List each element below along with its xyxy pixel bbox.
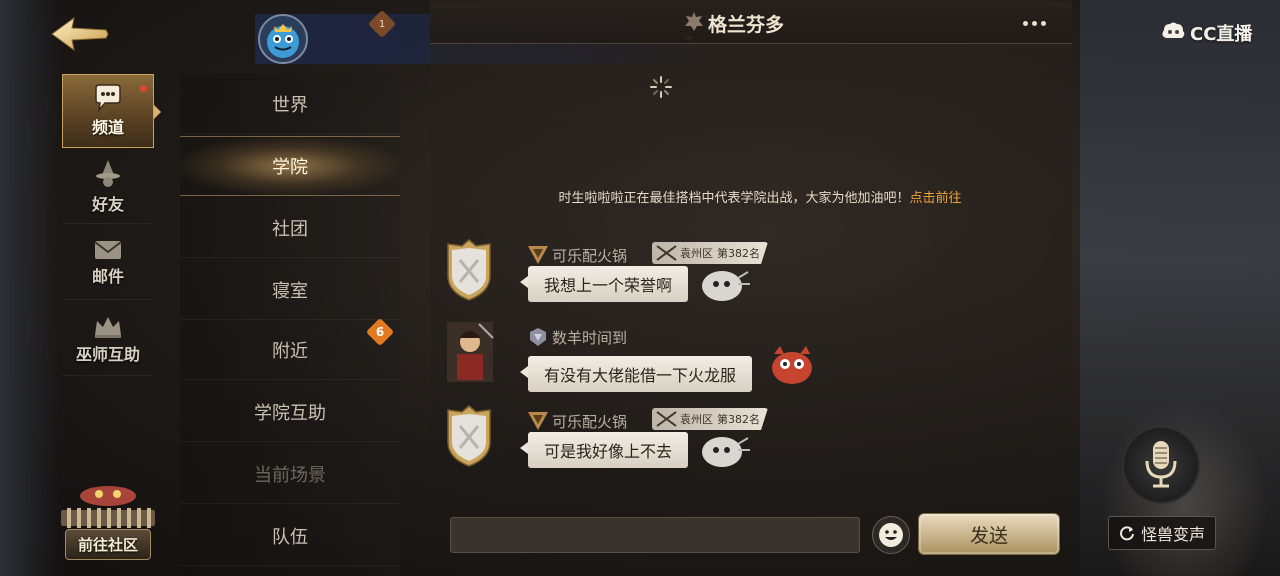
level-badge: 1 (367, 9, 397, 39)
nav-item-channel[interactable]: 频道 (62, 74, 161, 148)
crossed-swords-icon (656, 411, 677, 427)
crown-icon (95, 316, 121, 338)
back-button[interactable] (48, 12, 110, 56)
message-bubble[interactable]: 我想上一个荣誉啊 (519, 266, 689, 302)
sender-name-text: 可乐配火锅 (552, 246, 628, 265)
emoji-button[interactable] (872, 516, 910, 554)
more-button[interactable] (1016, 12, 1052, 34)
sender-name[interactable]: 可乐配火锅 (526, 410, 627, 432)
dot-icon (1022, 20, 1028, 26)
rank-position: 第382名 (717, 247, 760, 260)
cc-logo-icon (1162, 22, 1185, 38)
back-arrow-icon (51, 16, 109, 52)
rank-region: 袁州区 (680, 247, 713, 260)
channel-nearby[interactable]: 附近 6 (180, 317, 400, 380)
channel-nearby-label: 附近 (272, 340, 308, 362)
envelope-icon (94, 240, 122, 259)
rank-tag[interactable]: 袁州区 第382名 (652, 408, 768, 430)
nav-item-help[interactable]: 巫师互助 (62, 302, 154, 376)
sender-name[interactable]: 数羊时间到 (526, 326, 627, 348)
nav-label-help: 巫师互助 (75, 344, 140, 364)
community-button[interactable]: 前往社区 (50, 480, 166, 566)
watermark-logo: CC直播 (1160, 20, 1252, 46)
rank-chevron-icon (528, 412, 548, 430)
send-button[interactable]: 发送 (918, 513, 1060, 555)
fox-sticker-icon (772, 346, 812, 384)
channel-world[interactable]: 世界 (180, 74, 400, 134)
nav-item-friends[interactable]: 好友 (62, 150, 154, 224)
smiley-icon (879, 523, 903, 547)
dot-icon (1040, 20, 1046, 26)
ghost-sticker-icon (702, 271, 750, 301)
message-bubble[interactable]: 可是我好像上不去 (519, 432, 689, 468)
blue-monster-avatar-icon (267, 24, 299, 58)
rank-chevron-icon (528, 246, 548, 264)
watermark-text: CC直播 (1190, 24, 1253, 45)
rank-region: 袁州区 (680, 413, 713, 426)
rank-position: 第382名 (717, 413, 760, 426)
wizard-hat-icon (96, 159, 120, 187)
channel-team[interactable]: 队伍 (180, 506, 400, 566)
chat-message: 可乐配火锅 袁州区 第382名 我想上一个荣誉啊 (440, 236, 860, 312)
voice-changer-button[interactable]: 怪兽变声 (1108, 516, 1216, 550)
system-message-text: 时生啦啦啦正在最佳搭档中代表学院出战，大家为他加油吧！ (558, 191, 910, 206)
chat-message: 可乐配火锅 袁州区 第382名 可是我好像上不去 (440, 402, 860, 478)
notification-dot (140, 85, 147, 92)
shield-avatar-icon[interactable] (440, 402, 498, 468)
channel-academy[interactable]: 学院 (180, 136, 400, 196)
ghost-sticker-icon (702, 437, 750, 467)
nav-label-channel: 频道 (91, 118, 124, 137)
crossed-swords-icon (656, 245, 677, 261)
rank-tag[interactable]: 袁州区 第382名 (652, 242, 768, 264)
level-badge-text: 1 (378, 18, 386, 30)
channel-academy-help[interactable]: 学院互助 (180, 382, 400, 442)
channel-dorm[interactable]: 寝室 (180, 260, 400, 320)
sender-name-text: 数羊时间到 (552, 328, 628, 347)
system-message: 时生啦啦啦正在最佳搭档中代表学院出战，大家为他加油吧！点击前往 (520, 190, 1000, 208)
house-crest-icon (685, 12, 703, 31)
refresh-icon (1120, 526, 1134, 541)
community-label: 前往社区 (64, 529, 151, 560)
nav-item-mail[interactable]: 邮件 (62, 226, 154, 300)
chat-bubble-icon (95, 84, 121, 112)
owl-emblem-icon (61, 486, 155, 528)
microphone-icon (1145, 441, 1177, 488)
active-indicator (154, 105, 161, 119)
sender-name[interactable]: 可乐配火锅 (526, 244, 627, 266)
shield-avatar-icon[interactable] (440, 236, 498, 302)
channel-list: 世界 学院 社团 寝室 附近 6 学院互助 当前场景 队伍 (180, 74, 400, 576)
loading-spinner-icon (650, 76, 672, 98)
sender-name-text: 可乐配火锅 (552, 412, 628, 431)
message-bubble[interactable]: 有没有大佬能借一下火龙服 (519, 356, 753, 392)
channel-current-scene[interactable]: 当前场景 (180, 444, 400, 504)
character-avatar-icon[interactable] (432, 318, 504, 384)
microphone-button[interactable] (1122, 426, 1200, 504)
chat-title: 格兰芬多 (708, 14, 785, 36)
nav-label-mail: 邮件 (91, 266, 124, 286)
unread-count: 6 (375, 325, 385, 339)
chat-message: 数羊时间到 有没有大佬能借一下火龙服 (440, 318, 860, 394)
voice-changer-label: 怪兽变声 (1140, 525, 1205, 544)
system-message-link[interactable]: 点击前往 (910, 191, 962, 206)
avatar[interactable] (258, 14, 308, 64)
rank-emblem-icon (530, 328, 546, 346)
dot-icon (1031, 20, 1037, 26)
chat-input[interactable] (450, 517, 860, 553)
channel-club[interactable]: 社团 (180, 198, 400, 258)
nav-label-friends: 好友 (91, 194, 124, 214)
unread-badge: 6 (365, 317, 395, 347)
